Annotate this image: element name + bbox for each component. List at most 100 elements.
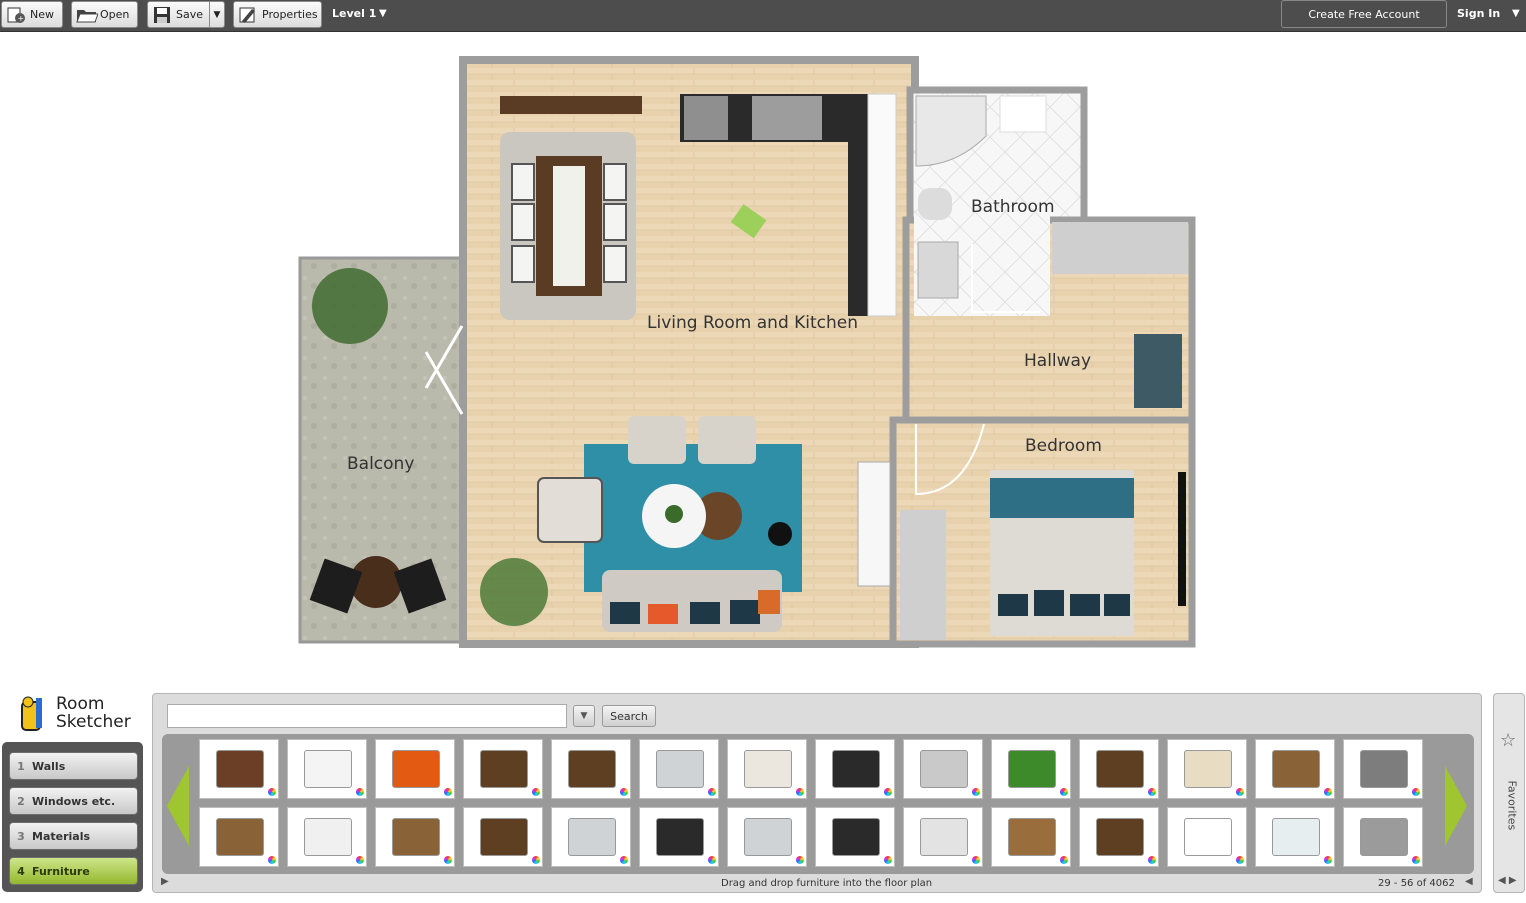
save-dropdown-button[interactable]: ▼ [209,1,225,28]
color-palette-icon[interactable] [1412,788,1420,796]
step-windows[interactable]: 2 Windows etc. [9,787,138,815]
furniture-tile[interactable] [903,739,983,799]
color-palette-icon[interactable] [444,788,452,796]
create-account-button[interactable]: Create Free Account [1281,0,1447,28]
furniture-tile[interactable] [1343,807,1423,867]
furniture-tile[interactable] [1255,739,1335,799]
furniture-tile[interactable] [1255,807,1335,867]
toilet [918,188,952,220]
bedroom-label: Bedroom [1025,436,1102,456]
level-selector[interactable]: Level 1 [332,7,376,20]
logo-mascot-icon [21,696,42,731]
furniture-thumbnail [568,750,616,788]
furniture-tile[interactable] [991,739,1071,799]
furniture-thumbnail [1184,818,1232,856]
furniture-tile[interactable] [815,807,895,867]
new-button[interactable]: + New [1,1,63,28]
favorites-nav-icon[interactable]: ◀ ▶ [1498,875,1517,886]
color-palette-icon[interactable] [884,856,892,864]
floor-plan-drawing [298,56,1196,648]
furniture-thumbnail [744,750,792,788]
color-palette-icon[interactable] [972,856,980,864]
color-palette-icon[interactable] [444,856,452,864]
furniture-tile[interactable] [1343,739,1423,799]
furniture-tile[interactable] [375,739,455,799]
color-palette-icon[interactable] [1148,856,1156,864]
furniture-tile[interactable] [1079,739,1159,799]
furniture-thumbnail [1096,818,1144,856]
color-palette-icon[interactable] [796,788,804,796]
color-palette-icon[interactable] [356,856,364,864]
furniture-thumbnail [304,750,352,788]
logo-text-sketcher: Sketcher [56,712,131,732]
furniture-tile[interactable] [903,807,983,867]
color-palette-icon[interactable] [1060,856,1068,864]
furniture-tile[interactable] [551,807,631,867]
color-palette-icon[interactable] [1148,788,1156,796]
favorites-label: Favorites [1505,780,1519,831]
sign-in-link[interactable]: Sign In [1457,7,1500,20]
furniture-thumbnail [744,818,792,856]
search-filter-dropdown[interactable]: ▼ [573,705,595,727]
color-palette-icon[interactable] [1324,788,1332,796]
step-materials[interactable]: 3 Materials [9,822,138,850]
color-palette-icon[interactable] [620,788,628,796]
furniture-tile[interactable] [199,739,279,799]
furniture-tile[interactable] [463,807,543,867]
furniture-tile[interactable] [727,739,807,799]
search-button[interactable]: Search [602,705,656,727]
favorites-panel[interactable]: ☆ Favorites ◀ ▶ [1493,693,1525,893]
step-furniture[interactable]: 4 Furniture [9,857,138,885]
furniture-tile[interactable] [463,739,543,799]
furniture-search-input[interactable] [167,704,567,728]
furniture-thumbnail [656,818,704,856]
color-palette-icon[interactable] [708,856,716,864]
furniture-thumbnail [480,818,528,856]
color-palette-icon[interactable] [532,856,540,864]
color-palette-icon[interactable] [708,788,716,796]
color-palette-icon[interactable] [268,856,276,864]
furniture-tile[interactable] [199,807,279,867]
furniture-tile[interactable] [1167,807,1247,867]
color-palette-icon[interactable] [620,856,628,864]
color-palette-icon[interactable] [972,788,980,796]
library-back-icon[interactable]: ◀ [1465,876,1473,887]
color-palette-icon[interactable] [1236,856,1244,864]
level-caret-icon[interactable]: ▼ [379,8,387,19]
color-palette-icon[interactable] [1236,788,1244,796]
furniture-tile[interactable] [551,739,631,799]
previous-page-arrow-icon[interactable] [167,766,189,846]
open-button[interactable]: Open [71,1,138,28]
furniture-tile[interactable] [991,807,1071,867]
color-palette-icon[interactable] [268,788,276,796]
furniture-tile[interactable] [639,739,719,799]
furniture-tile[interactable] [815,739,895,799]
furniture-tile[interactable] [1079,807,1159,867]
furniture-tile[interactable] [287,739,367,799]
color-palette-icon[interactable] [1060,788,1068,796]
furniture-tile[interactable] [727,807,807,867]
save-button[interactable]: Save [147,1,210,28]
furniture-tile[interactable] [375,807,455,867]
color-palette-icon[interactable] [796,856,804,864]
color-palette-icon[interactable] [884,788,892,796]
furniture-thumbnail [392,818,440,856]
furniture-tile[interactable] [1167,739,1247,799]
color-palette-icon[interactable] [532,788,540,796]
color-palette-icon[interactable] [356,788,364,796]
properties-button[interactable]: Properties [233,1,322,28]
furniture-tile[interactable] [287,807,367,867]
step-walls[interactable]: 1 Walls [9,752,138,780]
floor-plan-canvas[interactable]: Living Room and Kitchen Bathroom Hallway… [0,32,1526,687]
bath-mat [999,95,1047,133]
color-palette-icon[interactable] [1412,856,1420,864]
furniture-tile[interactable] [639,807,719,867]
star-icon[interactable]: ☆ [1500,730,1516,751]
library-play-icon[interactable]: ▶ [161,876,169,887]
folder-icon [76,6,99,24]
color-palette-icon[interactable] [1324,856,1332,864]
sign-in-caret-icon[interactable]: ▼ [1512,8,1520,19]
kitchen-cooktop [752,96,822,140]
next-page-arrow-icon[interactable] [1445,766,1467,846]
logo-text-room: Room [56,694,105,714]
